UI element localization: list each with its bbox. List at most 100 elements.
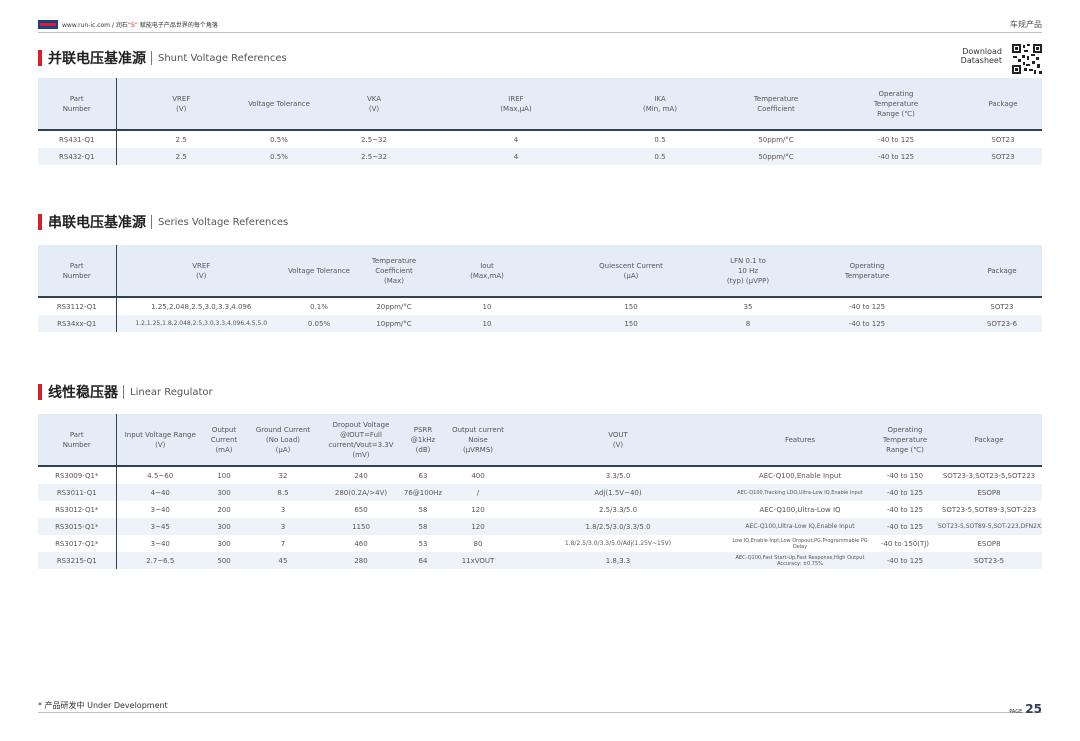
table-cell: 35 xyxy=(743,302,753,311)
table-cell: Adj(1.5V~40) xyxy=(510,484,726,501)
table-cell: 0.5% xyxy=(246,148,312,165)
column-header: Output current Noise (μVRMS) xyxy=(446,414,510,467)
table-cell: 10 xyxy=(482,302,492,311)
table-cell: 650 xyxy=(354,505,368,514)
table-cell: 4 xyxy=(436,148,596,165)
title-divider xyxy=(123,385,124,399)
column-header: VOUT (V) xyxy=(510,414,726,467)
footnote: * 产品研发中 Under Development xyxy=(38,701,168,710)
table-cell: AEC-Q100,Enable Input xyxy=(758,471,842,480)
brand-name: 润石 xyxy=(115,22,128,29)
table-cell: SOT23 xyxy=(991,135,1015,144)
part-number-cell: RS3015-Q1* xyxy=(38,518,117,535)
part-number-cell: RS3011-Q1 xyxy=(38,484,117,501)
table-cell: 10ppm/°C xyxy=(352,315,436,332)
table-cell: -40 to 125 xyxy=(874,518,936,535)
table-cell: 0.05% xyxy=(286,315,352,332)
top-bar: www.run-ic.com / 润石“S” 赋能电子产品世界的每个角落 车规产… xyxy=(38,18,1042,33)
company-logo-icon xyxy=(38,20,58,29)
page-label: PAGE xyxy=(1009,709,1023,715)
table-cell: ESOP8 xyxy=(936,484,1042,501)
table-cell: SOT23 xyxy=(990,302,1014,311)
table-row: RS34xx-Q1 1.2,1.25,1.8,2.048,2.5,3.0,3.3,… xyxy=(38,315,1042,332)
part-number-cell: RS3012-Q1* xyxy=(38,501,117,518)
shunt-title-zh: 并联电压基准源 xyxy=(48,51,146,67)
table-cell: 0.5% xyxy=(270,135,288,144)
table-cell: 1.8/2.5/3.0/3.3/5.0/Adj(1.25V~15V) xyxy=(564,540,672,547)
table-cell: 3~40 xyxy=(150,539,170,548)
table-cell: 7 xyxy=(280,539,286,548)
linear-section-title: 线性稳压器 Linear Regulator xyxy=(38,382,213,402)
table-cell: AEC-Q100,Tracking LDO,Ultra-Low IQ,Enabl… xyxy=(726,484,874,501)
product-category: 车规产品 xyxy=(1010,20,1042,29)
table-cell: 460 xyxy=(354,539,368,548)
column-header: Temperature Coefficient (Max) xyxy=(352,245,436,298)
table-cell: 3~40 xyxy=(150,505,170,514)
table-cell: 63 xyxy=(418,471,428,480)
table-cell: AEC-Q100,Ultra-Low IQ,Enable Input xyxy=(726,518,874,535)
table-cell: -40 to 150(TJ) xyxy=(880,539,930,548)
table-cell: 20ppm/°C xyxy=(376,302,412,311)
shunt-title-en: Shunt Voltage References xyxy=(158,52,287,64)
table-cell: 3 xyxy=(244,518,322,535)
table-cell: 8.5 xyxy=(244,484,322,501)
table-cell: SOT23 xyxy=(964,148,1042,165)
download-line2: Datasheet xyxy=(960,56,1002,65)
table-cell: 300 xyxy=(217,539,231,548)
table-cell: 10 xyxy=(436,315,538,332)
download-datasheet-label[interactable]: Download Datasheet xyxy=(958,47,1002,65)
table-cell: 53 xyxy=(418,539,428,548)
table-cell: 58 xyxy=(400,518,446,535)
table-row: RS3012-Q1* 3~40 200 3 650 58 120 2.5/3.3/5.0 AEC… xyxy=(38,501,1042,518)
table-cell: 2.7~6.5 xyxy=(116,552,204,569)
table-cell: -40 to 125 xyxy=(886,505,924,514)
table-cell: SOT23-5,SOT89-3,SOT-223 xyxy=(941,505,1037,514)
download-line1: Download xyxy=(962,47,1002,56)
column-header: Package xyxy=(936,414,1042,467)
table-cell: 1.25,2.048,2.5,3.0,3.3,4.096 xyxy=(151,302,252,311)
table-cell: -40 to 125 xyxy=(874,552,936,569)
column-header: IKA (Min, mA) xyxy=(596,78,724,131)
linear-table: Part Number Input Voltage Range (V) Output… xyxy=(38,414,1042,569)
table-cell: 0.5 xyxy=(596,148,724,165)
table-cell: 4.5~60 xyxy=(147,471,174,480)
title-marker xyxy=(38,214,42,230)
table-cell: -40 to 125 xyxy=(877,135,915,144)
table-cell: SOT23-5,SOT89-5,SOT-223,DFN2X2-6,ESOP8 xyxy=(936,518,1042,535)
table-cell: 300 xyxy=(204,484,244,501)
table-row: RS432-Q1 2.5 0.5% 2.5~32 4 0.5 50ppm/°C -40 to … xyxy=(38,148,1042,165)
column-header: Part Number xyxy=(38,414,117,467)
table-cell: 2.5 xyxy=(175,135,187,144)
part-number-cell: RS432-Q1 xyxy=(38,148,117,165)
table-cell: -40 to 150 xyxy=(886,471,924,480)
table-row: RS3112-Q1 1.25,2.048,2.5,3.0,3.3,4.096 0.1… xyxy=(38,297,1042,315)
tagline: 赋能电子产品世界的每个角落 xyxy=(139,22,218,29)
series-title-en: Series Voltage References xyxy=(158,216,289,228)
table-cell: -40 to 125 xyxy=(828,148,964,165)
table-cell: Low IQ,Enable Inpt,Low Dropout,PG,Progra… xyxy=(732,537,868,550)
table-cell: SOT23-3,SOT23-5,SOT223 xyxy=(942,471,1036,480)
part-number-cell: RS3017-Q1* xyxy=(38,535,117,552)
table-cell: 400 xyxy=(471,471,485,480)
table-cell: 8 xyxy=(724,315,772,332)
table-cell: / xyxy=(446,484,510,501)
title-marker xyxy=(38,50,42,66)
column-header: Part Number xyxy=(38,78,117,131)
column-header: Input Voltage Range (V) xyxy=(116,414,204,467)
column-header: Ground Current (No Load) (μA) xyxy=(244,414,322,467)
column-header: Temperature Coefficient xyxy=(724,78,828,131)
table-cell: -40 to 125 xyxy=(772,315,962,332)
table-cell: 2.5~32 xyxy=(361,135,387,144)
table-row: RS3015-Q1* 3~45 300 3 1150 58 120 1.8/2.5/3.0/3… xyxy=(38,518,1042,535)
part-number-cell: RS34xx-Q1 xyxy=(38,315,117,332)
table-cell: 2.5/3.3/5.0 xyxy=(598,505,638,514)
table-cell: 200 xyxy=(217,505,231,514)
qr-code-icon[interactable] xyxy=(1012,44,1042,74)
table-cell: 4~40 xyxy=(116,484,204,501)
site-url[interactable]: www.run-ic.com / xyxy=(62,22,114,29)
table-cell: 0.1% xyxy=(310,302,328,311)
column-header: Voltage Tolerance xyxy=(286,245,352,298)
table-cell: 3.3/5.0 xyxy=(605,471,631,480)
column-header: Package xyxy=(962,245,1042,298)
table-cell: 1.8/2.5/3.0/3.3/5.0 xyxy=(510,518,726,535)
